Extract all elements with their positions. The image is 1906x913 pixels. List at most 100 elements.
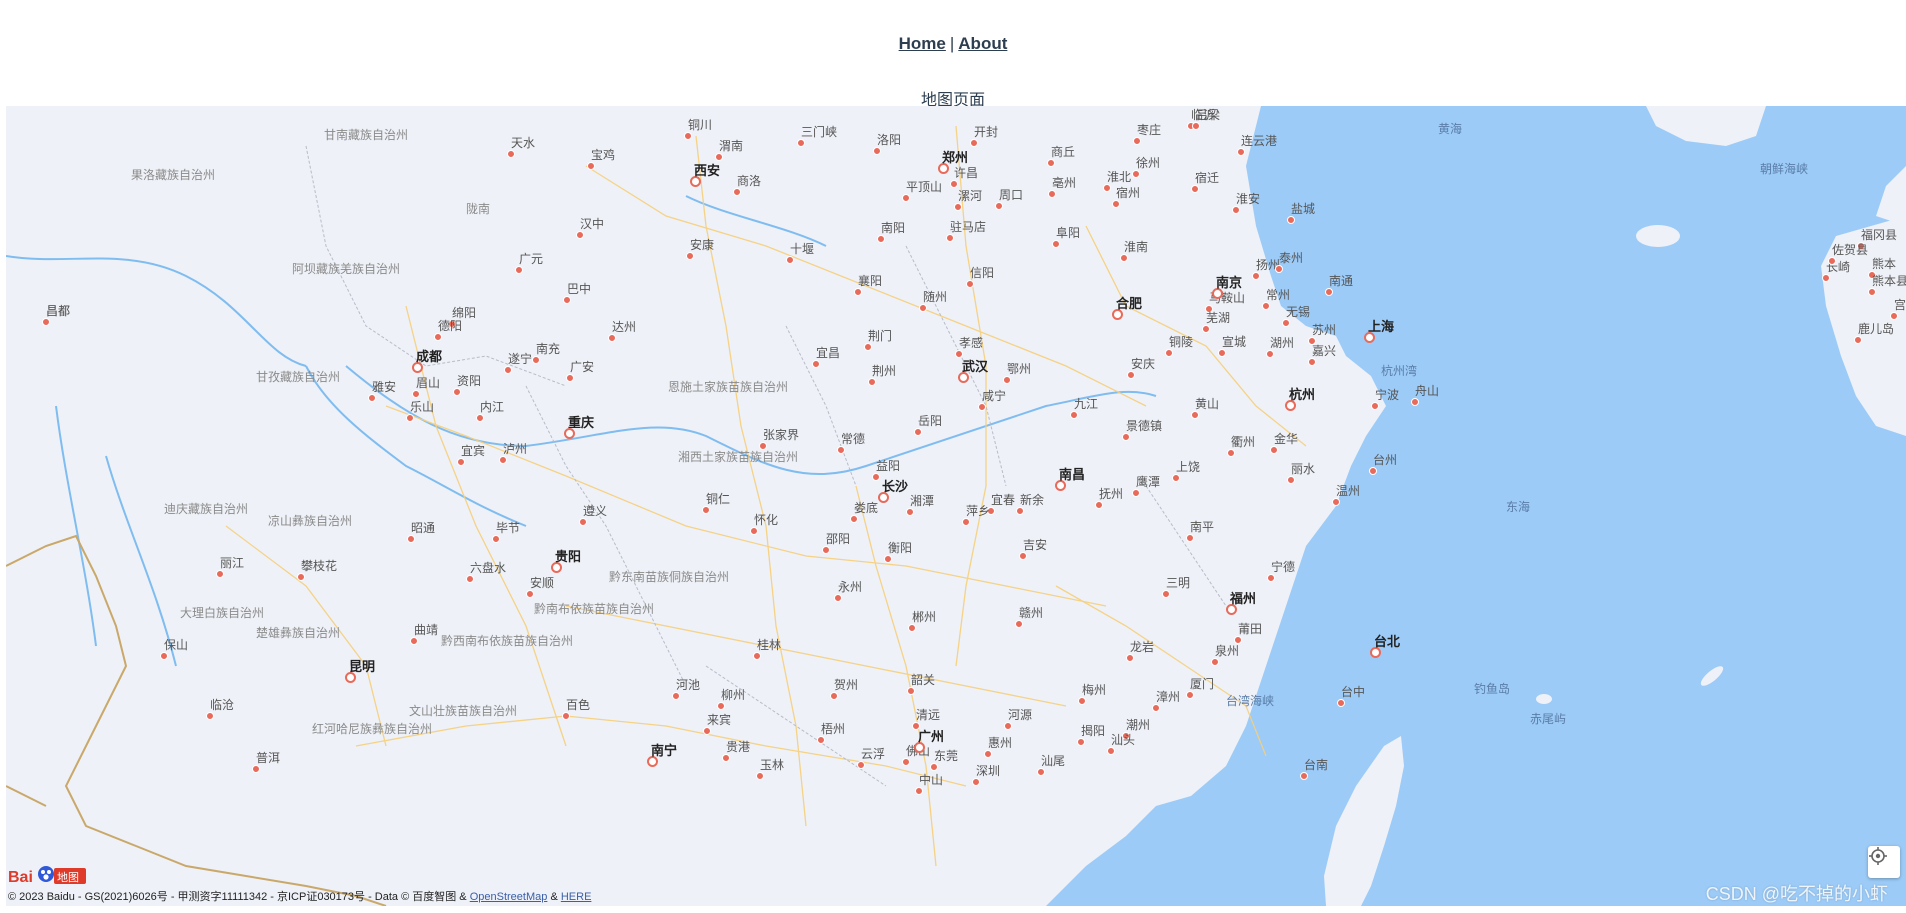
city-dot [507, 150, 515, 158]
city-label: 九江 [1074, 397, 1099, 411]
city-dot [1218, 349, 1226, 357]
city-dot [1252, 272, 1260, 280]
city-label: 邵阳 [826, 532, 851, 546]
city-label: 常州 [1266, 288, 1291, 302]
here-link[interactable]: HERE [561, 891, 592, 903]
city-dot [492, 535, 500, 543]
city-dot [908, 624, 916, 632]
city-dot [1120, 254, 1128, 262]
city-label: 湘潭 [910, 494, 935, 508]
city-dot [797, 139, 805, 147]
city-label: 宁德 [1271, 560, 1296, 574]
city-dot [915, 787, 923, 795]
city-dot [684, 132, 692, 140]
city-dot [1132, 489, 1140, 497]
city-label: 昌都 [46, 304, 71, 318]
city-dot [453, 388, 461, 396]
city-label: 厦门 [1190, 677, 1215, 691]
city-label: 咸宁 [982, 389, 1007, 403]
city-dot [1822, 274, 1830, 282]
city-dot [1152, 704, 1160, 712]
city-dot [962, 518, 970, 526]
city-label: 惠州 [988, 736, 1013, 750]
city-dot [950, 180, 958, 188]
city-label: 商洛 [737, 174, 762, 188]
city-dot [672, 692, 680, 700]
city-dot [872, 473, 880, 481]
svg-text:地图: 地图 [57, 871, 79, 884]
city-dot [563, 296, 571, 304]
region-label: 果洛藏族自治州 [131, 168, 216, 182]
region-label: 文山壮族苗族自治州 [409, 704, 518, 718]
city-label: 漯河 [958, 189, 983, 203]
major-city-label: 郑州 [942, 151, 969, 166]
about-link[interactable]: About [958, 34, 1007, 53]
city-dot [1112, 200, 1120, 208]
city-dot [1077, 738, 1085, 746]
city-label: 昭通 [411, 521, 436, 535]
city-label: 天水 [511, 136, 536, 150]
city-label: 郴州 [912, 610, 937, 624]
baidu-logo[interactable]: Bai 地图 [8, 864, 88, 888]
city-label: 台州 [1373, 453, 1398, 467]
region-label: 陇南 [466, 202, 491, 216]
city-dot [1172, 474, 1180, 482]
city-label: 中山 [919, 773, 944, 787]
city-dot [160, 652, 168, 660]
city-dot [756, 772, 764, 780]
city-dot [206, 712, 214, 720]
city-label: 安庆 [1131, 357, 1156, 371]
city-label: 驻马店 [950, 220, 987, 234]
city-label: 广元 [519, 252, 544, 266]
city-dot [410, 637, 418, 645]
roads [225, 125, 1307, 867]
city-label: 安康 [690, 238, 715, 252]
city-dot [1237, 148, 1245, 156]
city-label: 鹿儿岛 [1858, 322, 1895, 336]
city-label: 南充 [536, 342, 561, 356]
city-dot [1287, 476, 1295, 484]
city-label: 龙岩 [1130, 640, 1155, 654]
city-label: 安顺 [530, 576, 555, 590]
city-dot [906, 508, 914, 516]
city-label: 柳州 [721, 688, 746, 702]
city-dot [877, 235, 885, 243]
city-label: 泰州 [1279, 251, 1304, 265]
city-dot [970, 139, 978, 147]
city-dot [1227, 449, 1235, 457]
city-dot [1133, 137, 1141, 145]
city-dot [1095, 501, 1103, 509]
city-label: 宿迁 [1195, 171, 1220, 185]
copyright-amp: & [550, 891, 558, 903]
city-dot [703, 727, 711, 735]
city-dot [857, 761, 865, 769]
city-dot [526, 590, 534, 598]
city-dot [476, 414, 484, 422]
city-label: 鄂州 [1007, 362, 1032, 376]
city-dot [902, 194, 910, 202]
locate-button[interactable] [1868, 846, 1900, 878]
city-dot [1048, 190, 1056, 198]
region-label: 恩施土家族苗族自治州 [668, 380, 789, 394]
map-container[interactable]: 甘南藏族自治州 果洛藏族自治州 陇南 阿坝藏族羌族自治州 甘孜藏族自治州 恩施土家族苗族自… [6, 106, 1906, 906]
city-label: 汕尾 [1041, 754, 1066, 768]
city-label: 达州 [612, 320, 637, 334]
major-city-label: 西安 [694, 164, 721, 179]
city-dot [750, 527, 758, 535]
city-dot [466, 575, 474, 583]
openstreetmap-link[interactable]: OpenStreetMap [470, 891, 548, 903]
city-label: 连云港 [1241, 134, 1278, 148]
city-dot [1127, 371, 1135, 379]
city-label: 梧州 [821, 722, 846, 736]
major-city-label: 福州 [1230, 592, 1257, 607]
region-label: 黔西南布依族苗族自治州 [441, 634, 574, 648]
city-dot [1211, 658, 1219, 666]
svg-text:Bai: Bai [8, 869, 33, 886]
city-label: 丽水 [1291, 462, 1316, 476]
city-label: 景德镇 [1126, 419, 1163, 433]
home-link[interactable]: Home [899, 34, 946, 53]
city-dot [579, 518, 587, 526]
city-label: 百色 [566, 698, 591, 712]
city-label: 新余 [1020, 493, 1045, 507]
city-label: 三明 [1166, 576, 1191, 590]
